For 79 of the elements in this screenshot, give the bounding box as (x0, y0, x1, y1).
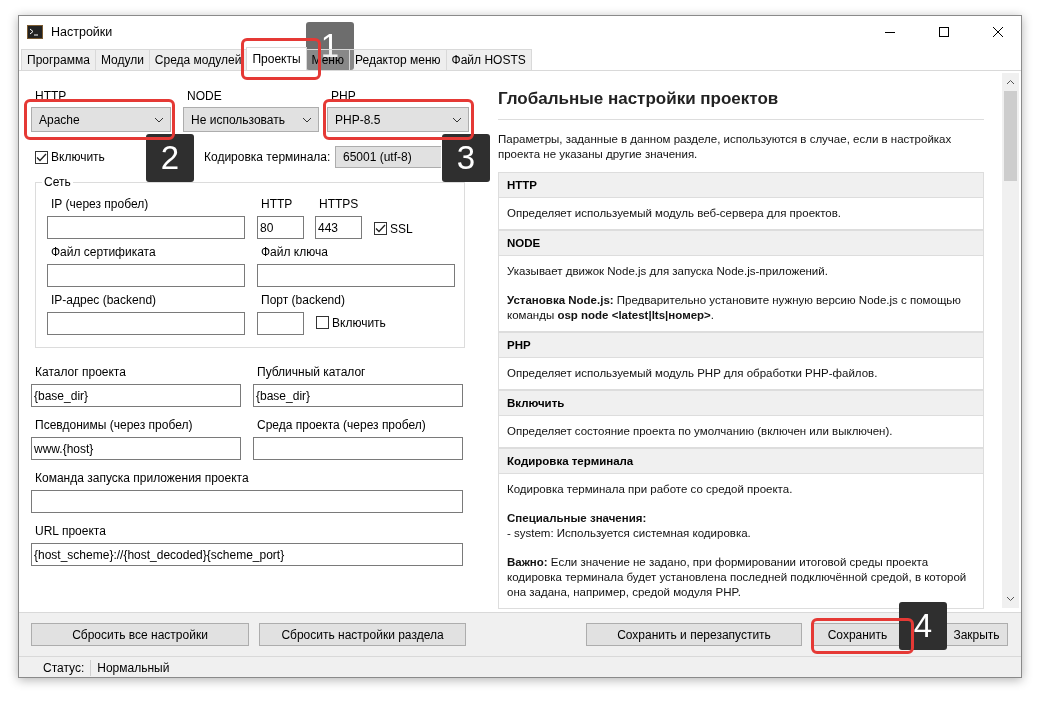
checkbox[interactable] (374, 222, 387, 235)
maximize-icon[interactable] (939, 27, 949, 37)
input-field[interactable] (47, 216, 245, 239)
scroll-down-icon[interactable] (1006, 596, 1015, 602)
section-header: NODE (499, 230, 983, 256)
module-dropdown[interactable]: PHP-8.5 (327, 107, 469, 132)
save-restart-button[interactable]: Сохранить и перезапустить (586, 623, 802, 646)
chevron-down-icon (452, 116, 462, 123)
scroll-thumb[interactable] (1004, 91, 1017, 181)
input-field[interactable] (31, 490, 463, 513)
help-heading: Глобальные настройки проектов (498, 89, 984, 120)
help-text: Специальные значения: - system: Используется системная кодировка. (507, 511, 752, 541)
field-label: HTTPS (318, 197, 360, 212)
field-label: Кодировка терминала: (203, 149, 332, 165)
terminal-icon (27, 25, 43, 39)
help-text: Определяет используемый модуль PHP для обработки PHP-файлов. (507, 366, 879, 381)
checkbox-label: SSL (390, 221, 413, 236)
section-header: HTTP (499, 172, 983, 198)
field-label: URL проекта (34, 524, 107, 539)
input-field[interactable]: {base_dir} (31, 384, 241, 407)
reset-button[interactable]: Сбросить все настройки (31, 623, 249, 646)
tab[interactable]: Среда модулей (148, 49, 248, 70)
module-dropdown[interactable]: Apache (31, 107, 171, 132)
field-label: Команда запуска приложения проекта (34, 471, 250, 486)
help-text: Кодировка терминала при работе со средой проекта. (507, 482, 794, 497)
help-text: Определяет используемый модуль веб-сервера для проектов. (507, 206, 843, 221)
field-label: Среда проекта (через пробел) (256, 418, 427, 433)
field-label: Публичный каталог (256, 365, 367, 380)
field-label: HTTP (260, 197, 294, 212)
field-label: Псевдонимы (через пробел) (34, 418, 194, 433)
input-field[interactable] (257, 264, 455, 287)
tab[interactable]: Модули (94, 49, 150, 70)
step-badge: 4 (899, 602, 947, 650)
input-field[interactable] (253, 437, 463, 460)
checkbox-label: Включить (332, 315, 386, 330)
window-title: Настройки (51, 25, 114, 39)
checkbox[interactable] (316, 316, 329, 329)
help-text: Установка Node.js: Предварительно установите нужную версию Node.js с помощью команды osp node <latest|lts|номер>. (507, 293, 962, 323)
help-text: Указывает движок Node.js для запуска Node.js-приложений. (507, 264, 829, 279)
module-dropdown[interactable]: Не использовать (183, 107, 319, 132)
section-header: PHP (499, 332, 983, 358)
tab[interactable]: Редактор меню (349, 49, 447, 70)
section-header: Включить (499, 390, 983, 416)
field-label: IP-адрес (backend) (50, 293, 158, 308)
input-field[interactable] (257, 312, 304, 335)
input-field[interactable]: {base_dir} (253, 384, 463, 407)
reset-button[interactable]: Сбросить настройки раздела (259, 623, 466, 646)
status-label: Статус: (43, 660, 85, 675)
encoding-dropdown[interactable]: 65001 (utf-8) (335, 146, 441, 168)
close-icon[interactable] (993, 27, 1003, 37)
close-dialog-button[interactable]: Закрыть (946, 623, 1008, 646)
step-badge: 3 (442, 134, 490, 182)
help-text: Параметры, заданные в данном разделе, используются в случае, если в настройках проекта не указаны другие значения. (498, 132, 953, 162)
field-label: Порт (backend) (260, 293, 346, 308)
chevron-down-icon (154, 116, 164, 123)
input-field[interactable] (47, 264, 245, 287)
help-text: Определяет состояние проекта по умолчанию (включен или выключен). (507, 424, 894, 439)
field-label: Файл ключа (260, 245, 329, 260)
field-label: NODE (186, 89, 223, 104)
group-title: Сеть (42, 175, 73, 189)
tab[interactable]: Программа (21, 49, 96, 70)
input-field[interactable]: www.{host} (31, 437, 241, 460)
section-header: Кодировка терминала (499, 448, 983, 474)
scroll-up-icon[interactable] (1006, 79, 1015, 85)
field-label: IP (через пробел) (50, 197, 150, 212)
checkbox[interactable] (35, 150, 48, 164)
scrollbar[interactable] (1002, 73, 1019, 608)
field-label: Файл сертификата (50, 245, 157, 260)
input-field[interactable]: {host_scheme}://{host_decoded}{scheme_port} (31, 543, 463, 566)
help-text: Важно: Если значение не задано, при формировании итоговой среды проекта кодировка терминала будет установлена последней подключённой средой, в которой она задана, например, средой модуля PHP. (507, 555, 968, 600)
step-badge: 2 (146, 134, 194, 182)
input-field[interactable] (47, 312, 245, 335)
checkbox-label: Включить (51, 150, 105, 164)
status-value: Нормальный (97, 660, 170, 675)
chevron-down-icon (302, 116, 312, 123)
field-label: Каталог проекта (34, 365, 127, 380)
input-field[interactable]: 80 (257, 216, 304, 239)
tab[interactable]: Файл HOSTS (445, 49, 532, 70)
input-field[interactable]: 443 (315, 216, 362, 239)
